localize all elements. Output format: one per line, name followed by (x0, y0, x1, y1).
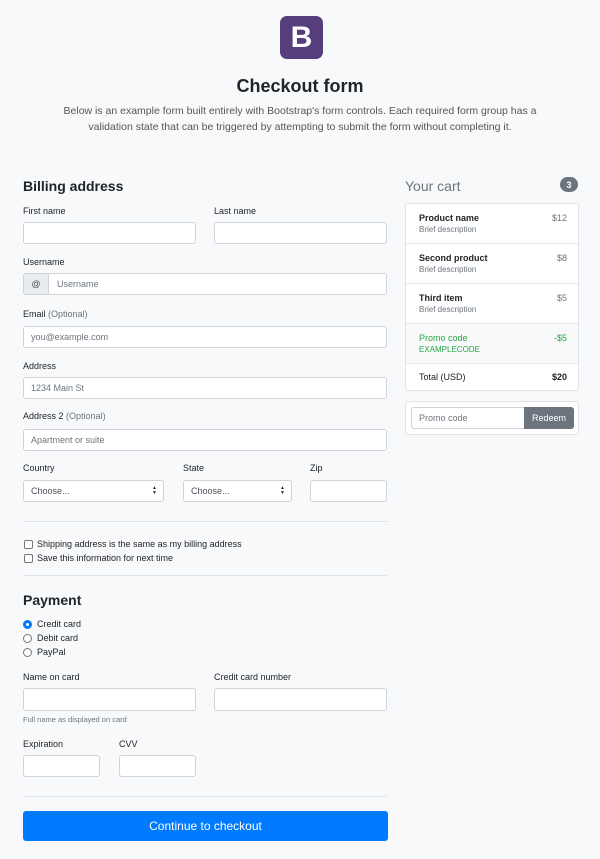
cart-item: Third item Brief description $5 (406, 284, 578, 324)
cart-item-price: $8 (556, 253, 567, 263)
cart-item-name: Second product (419, 253, 488, 263)
state-select[interactable]: Choose... ▲ ▼ (183, 480, 292, 502)
email-label: Email (Optional) (23, 309, 88, 319)
card-number-input[interactable] (214, 688, 387, 711)
address-label: Address (23, 361, 57, 371)
username-input[interactable]: Username (49, 279, 99, 289)
credit-card-label: Credit card (37, 619, 82, 629)
save-info-label: Save this information for next time (37, 553, 174, 563)
address2-input[interactable]: Apartment or suite (23, 429, 387, 451)
cart-item: Product name Brief description $12 (406, 204, 578, 244)
billing-heading: Billing address (23, 178, 124, 194)
cart-item-name: Product name (419, 213, 480, 223)
promo-name: Promo code (419, 333, 468, 343)
cart-count-badge: 3 (560, 177, 578, 192)
expiration-input[interactable] (23, 755, 100, 777)
username-input-group[interactable]: @ Username (23, 273, 387, 295)
page-lead: Below is an example form built entirely … (63, 105, 537, 133)
name-on-card-help: Full name as displayed on card (23, 715, 127, 724)
debit-card-label: Debit card (37, 633, 79, 643)
bootstrap-logo: B (280, 16, 323, 59)
redeem-button[interactable]: Redeem (524, 407, 574, 429)
last-name-input[interactable] (214, 222, 387, 244)
promo-code: EXAMPLECODE (419, 345, 480, 354)
cvv-label: CVV (119, 739, 138, 749)
paypal-label: PayPal (37, 647, 66, 657)
cart-total-row: Total (USD) $20 (406, 364, 578, 390)
cvv-input[interactable] (119, 755, 196, 777)
zip-label: Zip (310, 463, 323, 473)
country-select-value: Choose... (31, 486, 70, 496)
cart-item-name: Third item (419, 293, 463, 303)
first-name-label: First name (23, 206, 66, 216)
expiration-label: Expiration (23, 739, 64, 749)
address2-optional: (Optional) (66, 411, 106, 421)
state-select-value: Choose... (191, 486, 230, 496)
cart-item-desc: Brief description (419, 225, 477, 234)
promo-code-input[interactable]: Promo code (411, 407, 525, 429)
last-name-label: Last name (214, 206, 257, 216)
cart-heading: Your cart (405, 178, 461, 194)
email-label-text: Email (23, 309, 46, 319)
promo-amount: -$5 (553, 333, 567, 343)
save-info-checkbox[interactable] (24, 554, 33, 563)
divider (23, 521, 387, 522)
divider (23, 575, 387, 576)
cart-item-price: $12 (551, 213, 567, 223)
address2-label-text: Address 2 (23, 411, 64, 421)
debit-card-radio[interactable] (23, 634, 32, 643)
cart-item-desc: Brief description (419, 305, 477, 314)
email-input[interactable]: you@example.com (23, 326, 387, 348)
name-on-card-label: Name on card (23, 672, 80, 682)
updown-icon: ▲ ▼ (152, 485, 157, 496)
page-title: Checkout form (236, 76, 364, 96)
cart-item-price: $5 (556, 293, 567, 303)
zip-input[interactable] (310, 480, 387, 502)
cart-item: Second product Brief description $8 (406, 244, 578, 284)
cart-item-desc: Brief description (419, 265, 477, 274)
total-value: $20 (551, 372, 567, 382)
paypal-radio[interactable] (23, 648, 32, 657)
address2-label: Address 2 (Optional) (23, 411, 106, 421)
first-name-input[interactable] (23, 222, 196, 244)
state-label: State (183, 463, 205, 473)
cart-list: Product name Brief description $12 Secon… (405, 203, 579, 391)
payment-heading: Payment (23, 592, 82, 608)
promo-card: Promo code Redeem (405, 401, 579, 435)
country-label: Country (23, 463, 55, 473)
address-input[interactable]: 1234 Main St (23, 377, 387, 399)
credit-card-radio[interactable] (23, 620, 32, 629)
cart-promo-row: Promo code EXAMPLECODE -$5 (406, 324, 578, 364)
divider (23, 796, 387, 797)
name-on-card-input[interactable] (23, 688, 196, 711)
same-address-label: Shipping address is the same as my billi… (37, 539, 242, 549)
country-select[interactable]: Choose... ▲ ▼ (23, 480, 164, 502)
email-optional: (Optional) (48, 309, 88, 319)
same-address-checkbox[interactable] (24, 540, 33, 549)
continue-checkout-button[interactable]: Continue to checkout (23, 811, 388, 841)
updown-icon: ▲ ▼ (280, 485, 285, 496)
total-label: Total (USD) (419, 372, 466, 382)
card-number-label: Credit card number (214, 672, 292, 682)
username-label: Username (23, 257, 65, 267)
username-prefix: @ (24, 274, 49, 294)
